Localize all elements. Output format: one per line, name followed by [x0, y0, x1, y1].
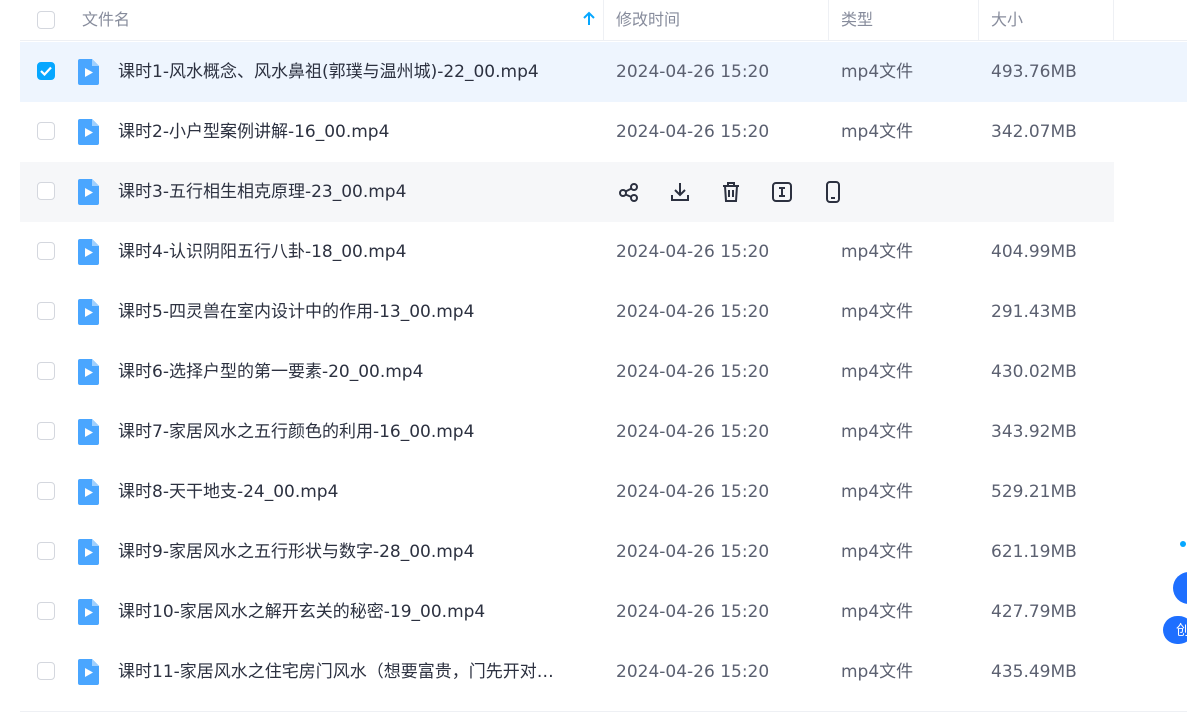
table-row[interactable]: 课时1-风水概念、风水鼻祖(郭璞与温州城)-22_00.mp4 2024-04-2… [20, 42, 1187, 102]
file-modified-date: 2024-04-26 15:20 [616, 542, 770, 562]
share-icon[interactable] [616, 179, 642, 205]
file-size: 430.02MB [991, 362, 1077, 382]
select-all-checkbox[interactable] [37, 11, 55, 29]
column-separator [828, 0, 829, 40]
file-size: 291.43MB [991, 302, 1077, 322]
table-header: 文件名 修改时间 类型 大小 [20, 0, 1187, 40]
file-size: 435.49MB [991, 662, 1077, 682]
file-modified-date: 2024-04-26 15:20 [616, 302, 770, 322]
table-row[interactable]: 课时9-家居风水之五行形状与数字-28_00.mp4 2024-04-26 15:… [20, 522, 1114, 582]
file-size: 404.99MB [991, 242, 1077, 262]
table-bottom-divider [20, 711, 1187, 712]
file-type: mp4文件 [841, 302, 914, 322]
file-modified-date: 2024-04-26 15:20 [616, 362, 770, 382]
row-checkbox[interactable] [37, 422, 55, 440]
file-name[interactable]: 课时2-小户型案例讲解-16_00.mp4 [118, 102, 389, 162]
file-name[interactable]: 课时7-家居风水之五行颜色的利用-16_00.mp4 [118, 402, 474, 462]
file-type: mp4文件 [841, 662, 914, 682]
file-type: mp4文件 [841, 62, 914, 82]
file-size: 342.07MB [991, 122, 1077, 142]
table-row[interactable]: 课时7-家居风水之五行颜色的利用-16_00.mp4 2024-04-26 15:… [20, 402, 1114, 462]
file-name[interactable]: 课时5-四灵兽在室内设计中的作用-13_00.mp4 [118, 282, 474, 342]
floating-widget-label: 创 [1176, 623, 1187, 639]
column-header-type[interactable]: 类型 [841, 0, 873, 40]
table-row[interactable]: 课时10-家居风水之解开玄关的秘密-19_00.mp4 2024-04-26 15… [20, 582, 1114, 642]
file-type: mp4文件 [841, 422, 914, 442]
file-type: mp4文件 [841, 122, 914, 142]
file-name[interactable]: 课时6-选择户型的第一要素-20_00.mp4 [118, 342, 423, 402]
sort-ascending-icon[interactable] [582, 11, 596, 27]
file-name[interactable]: 课时4-认识阴阳五行八卦-18_00.mp4 [118, 222, 406, 282]
table-row[interactable]: 课时11-家居风水之住宅房门风水（想要富贵，门先开对… 2024-04-26 15… [20, 642, 1114, 702]
row-checkbox[interactable] [37, 662, 55, 680]
row-checkbox[interactable] [37, 602, 55, 620]
delete-icon[interactable] [718, 179, 744, 205]
row-checkbox[interactable] [37, 242, 55, 260]
file-name[interactable]: 课时10-家居风水之解开玄关的秘密-19_00.mp4 [118, 582, 485, 642]
file-size: 529.21MB [991, 482, 1077, 502]
file-modified-date: 2024-04-26 15:20 [616, 422, 770, 442]
file-modified-date: 2024-04-26 15:20 [616, 602, 770, 622]
table-row[interactable]: 课时5-四灵兽在室内设计中的作用-13_00.mp4 2024-04-26 15:… [20, 282, 1114, 342]
row-checkbox[interactable] [37, 182, 55, 200]
file-modified-date: 2024-04-26 15:20 [616, 662, 770, 682]
file-modified-date: 2024-04-26 15:20 [616, 482, 770, 502]
rename-icon[interactable] [769, 179, 795, 205]
row-checkbox[interactable] [37, 62, 55, 80]
row-checkbox[interactable] [37, 302, 55, 320]
column-header-modified[interactable]: 修改时间 [616, 0, 680, 40]
column-header-name[interactable]: 文件名 [82, 0, 130, 40]
column-separator [603, 0, 604, 40]
file-type: mp4文件 [841, 482, 914, 502]
file-size: 621.19MB [991, 542, 1077, 562]
table-row[interactable]: 课时4-认识阴阳五行八卦-18_00.mp4 2024-04-26 15:20 mp… [20, 222, 1114, 282]
file-name[interactable]: 课时11-家居风水之住宅房门风水（想要富贵，门先开对… [118, 642, 554, 702]
download-icon[interactable] [667, 179, 693, 205]
file-name[interactable]: 课时8-天干地支-24_00.mp4 [118, 462, 338, 522]
column-separator [1113, 0, 1114, 40]
file-size: 427.79MB [991, 602, 1077, 622]
file-modified-date: 2024-04-26 15:20 [616, 122, 770, 142]
row-checkbox[interactable] [37, 122, 55, 140]
table-row[interactable]: 课时3-五行相生相克原理-23_00.mp4 [20, 162, 1114, 222]
mobile-icon[interactable] [820, 179, 846, 205]
file-type: mp4文件 [841, 602, 914, 622]
header-divider [20, 40, 1187, 41]
checkmark-icon [40, 66, 52, 76]
file-name[interactable]: 课时1-风水概念、风水鼻祖(郭璞与温州城)-22_00.mp4 [118, 42, 539, 102]
file-size: 493.76MB [991, 62, 1077, 82]
file-type: mp4文件 [841, 362, 914, 382]
table-row[interactable]: 课时8-天干地支-24_00.mp4 2024-04-26 15:20 mp4文件 5… [20, 462, 1114, 522]
column-header-size[interactable]: 大小 [991, 0, 1023, 40]
table-row[interactable]: 课时6-选择户型的第一要素-20_00.mp4 2024-04-26 15:20 m… [20, 342, 1114, 402]
file-name[interactable]: 课时3-五行相生相克原理-23_00.mp4 [118, 162, 406, 222]
row-checkbox[interactable] [37, 542, 55, 560]
row-checkbox[interactable] [37, 482, 55, 500]
file-list-table: 文件名 修改时间 类型 大小 课时1-风水概念、风水鼻祖(郭璞与温州城)-22_… [20, 0, 1187, 685]
file-modified-date: 2024-04-26 15:20 [616, 62, 770, 82]
file-type: mp4文件 [841, 542, 914, 562]
column-separator [978, 0, 979, 40]
file-modified-date: 2024-04-26 15:20 [616, 242, 770, 262]
file-name[interactable]: 课时9-家居风水之五行形状与数字-28_00.mp4 [118, 522, 474, 582]
floating-assistant-widget[interactable]: 创 [1163, 536, 1187, 646]
table-row[interactable]: 课时2-小户型案例讲解-16_00.mp4 2024-04-26 15:20 mp4… [20, 102, 1114, 162]
row-checkbox[interactable] [37, 362, 55, 380]
file-type: mp4文件 [841, 242, 914, 262]
file-size: 343.92MB [991, 422, 1077, 442]
